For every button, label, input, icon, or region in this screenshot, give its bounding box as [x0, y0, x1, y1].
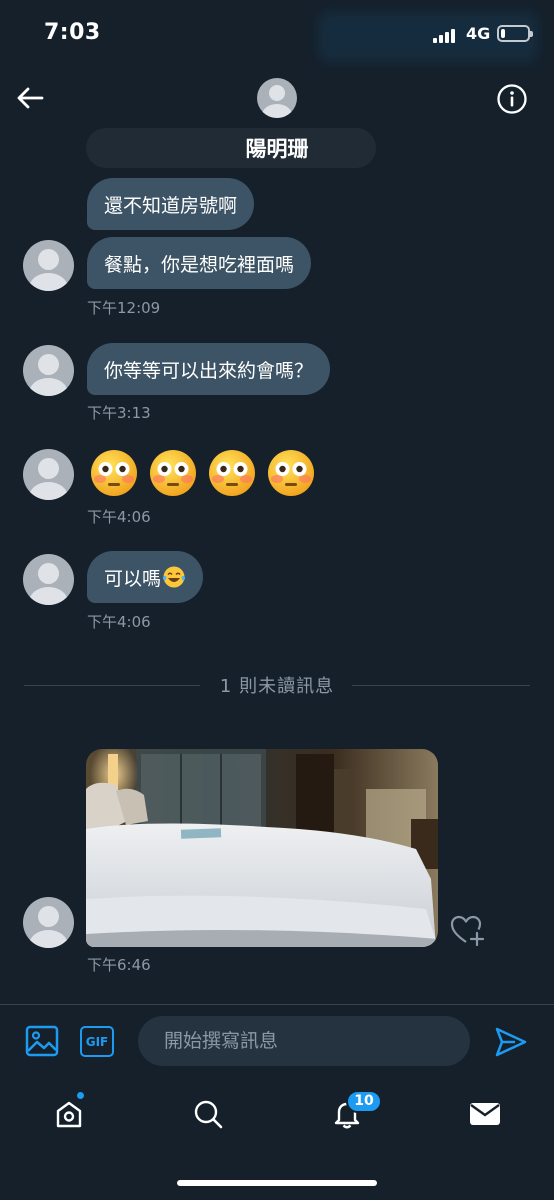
message-input[interactable]	[138, 1016, 470, 1066]
flushed-face-icon	[150, 450, 196, 496]
cellular-signal-icon	[433, 29, 461, 43]
home-new-dot	[76, 1091, 85, 1100]
tab-messages[interactable]	[463, 1092, 507, 1136]
avatar[interactable]	[23, 554, 74, 605]
emoji-message[interactable]	[89, 448, 316, 498]
flushed-face-icon	[268, 450, 314, 496]
message-timestamp: 下午4:06	[87, 613, 151, 631]
gif-button[interactable]: GIF	[80, 1026, 114, 1057]
flushed-face-icon	[91, 450, 137, 496]
tab-search[interactable]	[186, 1092, 230, 1136]
unread-label: 1 則未讀訊息	[219, 676, 335, 697]
previous-message-fade	[86, 128, 376, 168]
battery-icon	[497, 25, 533, 42]
heart-plus-icon[interactable]	[448, 911, 488, 951]
arrow-left-icon	[17, 87, 44, 109]
message-text: 餐點，你是想吃裡面嗎	[104, 253, 295, 276]
message-bubble[interactable]: 可以嗎	[87, 551, 204, 603]
avatar[interactable]	[23, 240, 74, 291]
send-icon[interactable]	[494, 1025, 528, 1059]
search-icon	[194, 1100, 223, 1129]
avatar[interactable]	[23, 449, 74, 500]
message-timestamp: 下午12:09	[87, 299, 161, 317]
message-text: 可以嗎	[104, 567, 162, 590]
tab-home[interactable]	[47, 1092, 91, 1136]
message-bubble[interactable]: 你等等可以出來約會嗎？	[87, 343, 331, 395]
flushed-face-icon	[209, 450, 255, 496]
notifications-badge: 10	[346, 1090, 382, 1113]
message-bubble[interactable]: 還不知道房號啊	[87, 178, 255, 230]
avatar[interactable]	[23, 345, 74, 396]
message-bubble[interactable]: 餐點，你是想吃裡面嗎	[87, 237, 312, 289]
message-composer: GIF	[0, 1004, 554, 1080]
home-indicator	[177, 1180, 377, 1186]
message-timestamp: 下午6:46	[87, 956, 151, 974]
back-button[interactable]	[14, 82, 46, 114]
network-type: 4G	[466, 24, 491, 43]
message-timestamp: 下午3:13	[87, 404, 151, 422]
status-time: 7:03	[44, 20, 101, 45]
info-icon[interactable]	[496, 83, 528, 115]
contact-avatar[interactable]	[257, 78, 297, 118]
status-bar: 7:03 4G	[0, 0, 554, 70]
battery-level	[501, 29, 505, 38]
envelope-icon	[470, 1103, 500, 1125]
hotel-room-photo[interactable]	[86, 749, 438, 947]
avatar[interactable]	[23, 897, 74, 948]
message-text: 還不知道房號啊	[104, 194, 238, 217]
laughing-tears-icon	[163, 566, 186, 588]
unread-divider: 1 則未讀訊息	[24, 672, 530, 698]
message-text: 你等等可以出來約會嗎？	[104, 359, 314, 382]
image-icon[interactable]	[24, 1023, 60, 1059]
home-icon	[56, 1101, 82, 1128]
message-timestamp: 下午4:06	[87, 508, 151, 526]
